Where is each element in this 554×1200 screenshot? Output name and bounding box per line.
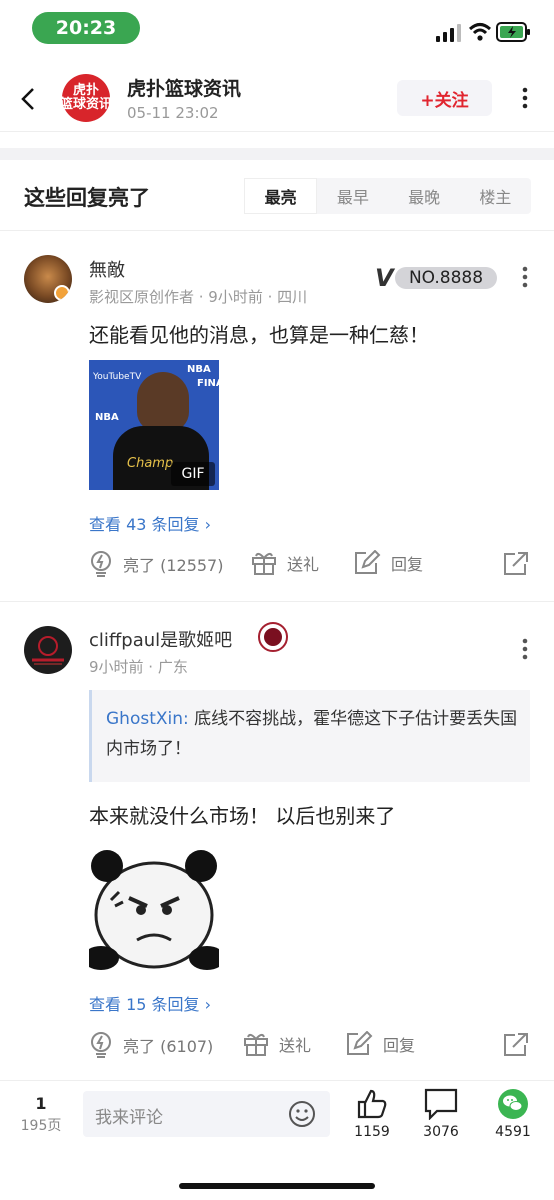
reply-label: 回复 (383, 1036, 416, 1055)
comment-meta: 影视区原创作者 · 9小时前 · 四川 (89, 288, 308, 306)
comment-text: 本来就没什么市场！ 以后也别来了 (89, 804, 396, 828)
comment-avatar[interactable] (24, 255, 72, 303)
battery-icon (496, 22, 530, 42)
like-count: 亮了 (6107) (123, 1037, 214, 1056)
signal-icon (436, 24, 461, 42)
more-icon[interactable] (522, 87, 528, 109)
page-total: 195页 (20, 1118, 62, 1134)
section-divider (0, 148, 554, 160)
divider (0, 230, 554, 231)
section-title: 这些回复亮了 (24, 186, 150, 210)
reply-button[interactable]: 回复 (345, 1031, 415, 1057)
account-avatar[interactable]: 虎扑 篮球资讯 (60, 74, 113, 122)
sort-tabs: 最亮 最早 最晚 楼主 (244, 178, 531, 214)
gift-button[interactable]: 送礼 (251, 550, 319, 576)
share-icon[interactable] (503, 1033, 529, 1057)
gif-caption: NBA (187, 364, 211, 375)
like-total: 1159 (354, 1124, 390, 1140)
status-bar: 20:23 (0, 0, 554, 56)
gif-caption: FINA (197, 378, 219, 389)
gif-caption: NBA (95, 412, 119, 423)
share-total: 4591 (495, 1124, 531, 1140)
comment-username[interactable]: 無敵 (89, 256, 125, 282)
gift-icon (244, 1033, 268, 1056)
home-indicator (179, 1183, 375, 1189)
wechat-share-button[interactable]: 4591 (491, 1088, 535, 1140)
comment-more-icon[interactable] (522, 266, 528, 288)
comment-meta: 9小时前 · 广东 (89, 658, 188, 676)
account-avatar-logo: 虎扑 篮球资讯 (60, 83, 113, 112)
account-title[interactable]: 虎扑篮球资讯 (127, 74, 241, 101)
reply-button[interactable]: 回复 (353, 550, 423, 576)
view-replies-text: 查看 43 条回复 (89, 515, 200, 534)
quoted-reply[interactable]: GhostXin: 底线不容挑战，霍华德这下子估计要丢失国内市场了！ (89, 690, 530, 782)
rockets-logo-icon (32, 636, 64, 665)
light-bulb-icon (91, 551, 111, 577)
gif-caption: YouTubeTV (93, 372, 142, 382)
emoji-icon[interactable] (288, 1100, 316, 1128)
quoted-username[interactable]: GhostXin: (106, 709, 189, 729)
username-text: cliffpaul是歌姬吧 (89, 630, 233, 651)
view-replies-link[interactable]: 查看 43 条回复 › (89, 511, 211, 535)
comment-text: 还能看见他的消息，也算是一种仁慈！ (89, 323, 429, 347)
like-post-button[interactable]: 1159 (350, 1088, 394, 1140)
light-bulb-icon (91, 1032, 111, 1058)
like-count: 亮了 (12557) (123, 556, 224, 575)
vip-number: NO.8888 (395, 267, 497, 289)
comment-gif-image[interactable]: YouTubeTV NBA FINA NBA Champ GIF (89, 360, 219, 490)
panda-meme-image[interactable] (83, 840, 225, 970)
back-arrow-icon[interactable] (18, 86, 38, 112)
tab-latest[interactable]: 最晚 (389, 178, 460, 214)
follow-button[interactable]: +关注 (397, 80, 492, 116)
wechat-icon (498, 1089, 528, 1119)
like-button[interactable]: 亮了 (6107) (89, 1031, 213, 1059)
divider (0, 601, 554, 602)
wifi-icon (468, 23, 492, 41)
thumbs-up-icon (357, 1089, 387, 1119)
gif-caption: Champ (127, 456, 174, 471)
page-indicator[interactable]: 1 195页 (16, 1094, 66, 1135)
like-button[interactable]: 亮了 (12557) (89, 550, 223, 578)
gift-button[interactable]: 送礼 (243, 1031, 311, 1057)
comment-more-icon[interactable] (522, 638, 528, 660)
vip-badge: V NO.8888 (375, 266, 497, 290)
comment-avatar[interactable] (24, 626, 72, 674)
comments-button[interactable]: 3076 (419, 1088, 463, 1140)
reply-label: 回复 (391, 555, 424, 574)
gift-label: 送礼 (279, 1036, 312, 1055)
chevron-right-icon: › (204, 515, 212, 534)
gif-figure-head (137, 372, 189, 432)
comment-total: 3076 (423, 1124, 459, 1140)
tab-op[interactable]: 楼主 (460, 178, 531, 214)
post-date: 05-11 23:02 (127, 104, 219, 122)
v-badge-icon: V (375, 264, 394, 292)
panda-face-icon (83, 850, 225, 970)
creator-badge-icon (54, 285, 70, 301)
comment-username[interactable]: cliffpaul是歌姬吧 (89, 626, 232, 652)
fan-badge-icon (258, 622, 288, 652)
view-replies-text: 查看 15 条回复 (89, 995, 200, 1014)
comment-bubble-icon (424, 1088, 458, 1120)
gift-icon (252, 552, 276, 575)
tab-brightest[interactable]: 最亮 (244, 178, 318, 214)
tab-earliest[interactable]: 最早 (317, 178, 388, 214)
chevron-right-icon: › (204, 995, 212, 1014)
edit-icon (355, 550, 381, 574)
edit-icon (347, 1031, 373, 1055)
gift-label: 送礼 (287, 555, 320, 574)
status-time: 20:23 (32, 12, 140, 44)
share-icon[interactable] (503, 552, 529, 576)
page-current: 1 (35, 1094, 47, 1113)
gif-badge: GIF (171, 462, 215, 486)
view-replies-link[interactable]: 查看 15 条回复 › (89, 991, 211, 1015)
